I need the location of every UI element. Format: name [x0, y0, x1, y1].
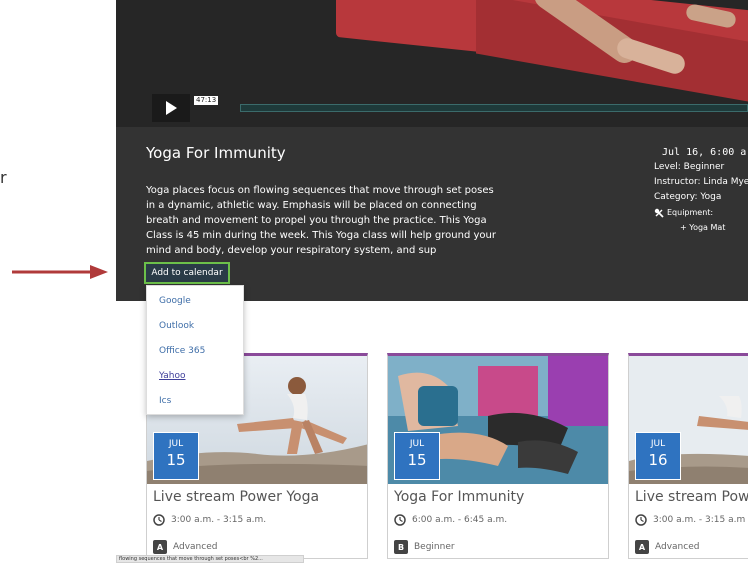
event-equipment-row: Equipment:	[654, 205, 748, 220]
event-card-date-badge: JUL 15	[394, 432, 440, 480]
event-card-time-row: 6:00 a.m. - 6:45 a.m.	[394, 514, 507, 526]
event-card-time: 6:00 a.m. - 6:45 a.m.	[412, 515, 508, 525]
level-badge: A	[153, 540, 167, 554]
play-button[interactable]	[152, 94, 190, 122]
calendar-option-yahoo[interactable]: Yahoo	[147, 364, 243, 389]
event-card-date-badge: JUL 16	[635, 432, 681, 480]
event-card-level-row: A Advanced	[153, 540, 217, 554]
event-category: Category: Yoga	[654, 192, 722, 202]
video-player[interactable]: 47:13	[116, 0, 748, 127]
event-card[interactable]: JUL 16 Live stream Pow 3:00 a.m. - 3:15 …	[628, 353, 748, 559]
level-badge: A	[635, 540, 649, 554]
event-equipment-label: Equipment:	[667, 208, 714, 217]
event-card-level-row: B Beginner	[394, 540, 455, 554]
event-card-title[interactable]: Live stream Pow	[635, 489, 748, 505]
event-instructor: Instructor: Linda Mye	[654, 177, 748, 187]
event-level: Level: Beginner	[654, 162, 725, 172]
event-card-time: 3:00 a.m. - 3:15 a.m.	[171, 515, 267, 525]
left-edge-letter: r	[0, 168, 7, 187]
event-card-time: 3:00 a.m. - 3:15 a.m	[653, 515, 746, 525]
event-card-level: Advanced	[173, 542, 218, 552]
event-card-level: Advanced	[655, 542, 700, 552]
event-card-day: 15	[407, 451, 427, 469]
event-card-date-badge: JUL 15	[153, 432, 199, 480]
red-arrow-annotation	[12, 265, 108, 279]
clock-icon	[153, 514, 165, 526]
event-card-day: 15	[166, 451, 186, 469]
event-date: Jul 16, 6:00 a.m	[662, 147, 748, 158]
calendar-option-google[interactable]: Google	[147, 289, 243, 314]
video-progress-bar[interactable]	[240, 104, 748, 112]
event-card-month: JUL	[409, 439, 425, 449]
calendar-dropdown: Google Outlook Office 365 Yahoo Ics	[146, 285, 244, 415]
event-title: Yoga For Immunity	[146, 144, 286, 162]
calendar-option-outlook[interactable]: Outlook	[147, 314, 243, 339]
event-card-month: JUL	[168, 439, 184, 449]
video-controls: 47:13	[152, 94, 748, 124]
event-equipment-item: + Yoga Mat	[680, 223, 726, 232]
event-card-title[interactable]: Yoga For Immunity	[394, 489, 524, 505]
clock-icon	[394, 514, 406, 526]
event-card-time-row: 3:00 a.m. - 3:15 a.m	[635, 514, 745, 526]
video-time: 47:13	[194, 96, 219, 105]
event-card-level: Beginner	[414, 542, 455, 552]
tools-icon	[654, 208, 664, 218]
event-card-title[interactable]: Live stream Power Yoga	[153, 489, 319, 505]
level-badge: B	[394, 540, 408, 554]
event-meta: Jul 16, 6:00 a.m Level: Beginner Instruc…	[654, 145, 748, 235]
calendar-option-ics[interactable]: Ics	[147, 389, 243, 414]
event-card[interactable]: JUL 15 Yoga For Immunity 6:00 a.m. - 6:4…	[387, 353, 609, 559]
play-icon	[165, 101, 177, 115]
event-card-day: 16	[648, 451, 668, 469]
event-date-row: Jul 16, 6:00 a.m	[654, 145, 748, 160]
event-card-time-row: 3:00 a.m. - 3:15 a.m.	[153, 514, 266, 526]
calendar-option-office365[interactable]: Office 365	[147, 339, 243, 364]
event-card-month: JUL	[650, 439, 666, 449]
add-to-calendar-button[interactable]: Add to calendar	[144, 262, 230, 284]
browser-status-bar: flowing sequences that move through set …	[116, 555, 304, 563]
clock-icon	[635, 514, 647, 526]
event-card-level-row: A Advanced	[635, 540, 699, 554]
event-description: Yoga places focus on flowing sequences t…	[146, 185, 496, 256]
